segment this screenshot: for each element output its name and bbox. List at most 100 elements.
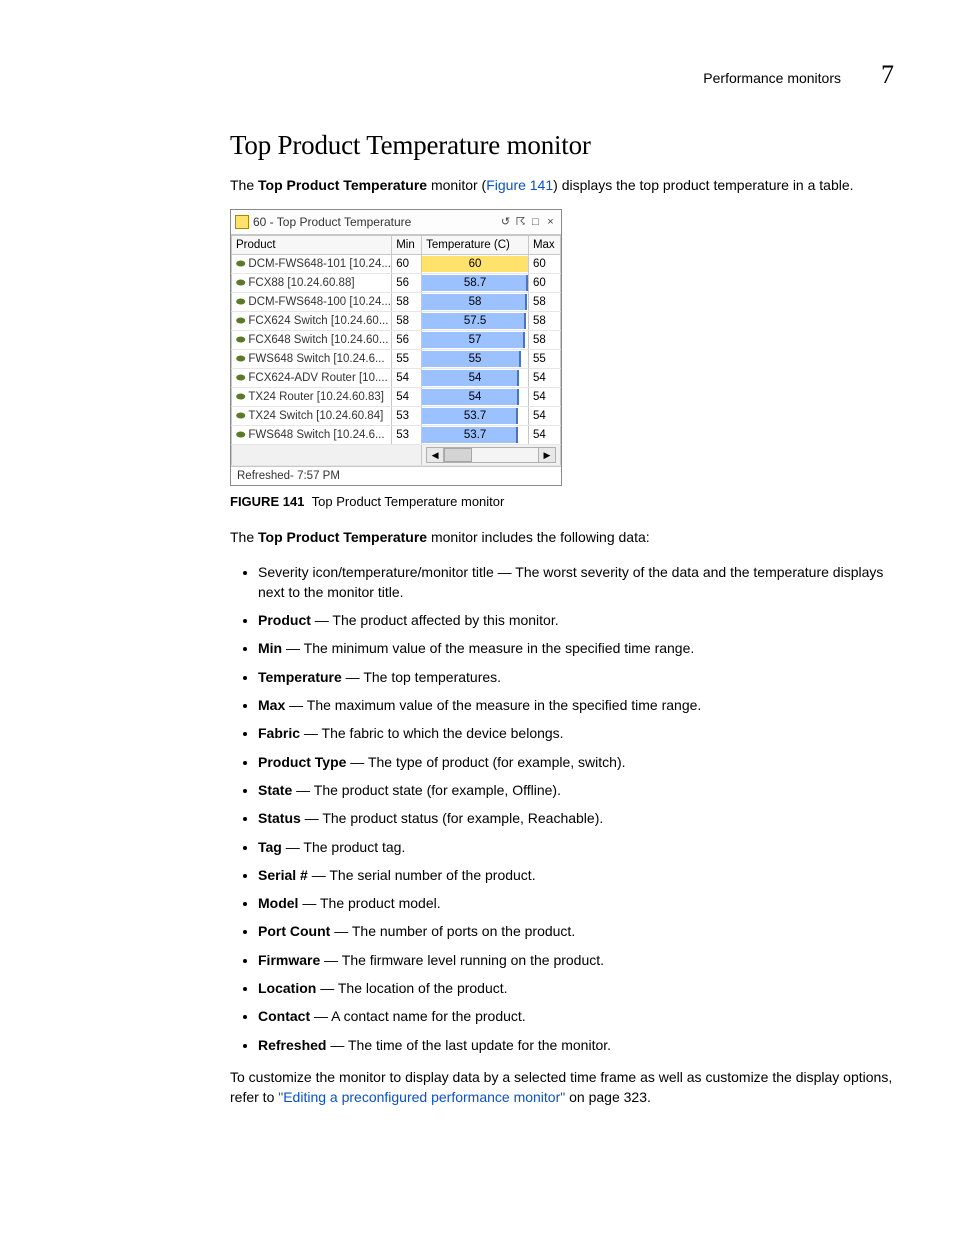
intro-paragraph: The Top Product Temperature monitor (Fig… <box>230 175 894 195</box>
panel-title: 60 - Top Product Temperature <box>253 215 499 229</box>
product-cell: ⬬FCX88 [10.24.60.88] <box>232 274 392 293</box>
min-cell: 60 <box>392 255 422 274</box>
list-item: Product — The product affected by this m… <box>258 610 894 630</box>
device-icon: ⬬ <box>236 353 245 366</box>
min-cell: 56 <box>392 274 422 293</box>
list-item: Fabric — The fabric to which the device … <box>258 723 894 743</box>
temperature-cell: 57.5 <box>422 312 529 331</box>
table-row[interactable]: ⬬FCX624-ADV Router [10....545454 <box>232 369 561 388</box>
temperature-cell: 53.7 <box>422 407 529 426</box>
list-item: State — The product state (for example, … <box>258 780 894 800</box>
table-row[interactable]: ⬬DCM-FWS648-100 [10.24....585858 <box>232 293 561 312</box>
device-icon: ⬬ <box>236 391 245 404</box>
figure-caption: FIGURE 141 Top Product Temperature monit… <box>230 494 894 509</box>
table-row[interactable]: ⬬FWS648 Switch [10.24.6...555555 <box>232 350 561 369</box>
temperature-cell: 53.7 <box>422 426 529 445</box>
product-cell: ⬬FWS648 Switch [10.24.6... <box>232 426 392 445</box>
refresh-icon[interactable]: ↺ <box>499 216 512 229</box>
temperature-cell: 58 <box>422 293 529 312</box>
device-icon: ⬬ <box>236 410 245 423</box>
table-row[interactable]: ⬬TX24 Router [10.24.60.83]545454 <box>232 388 561 407</box>
temperature-cell: 57 <box>422 331 529 350</box>
min-cell: 58 <box>392 293 422 312</box>
scroll-left-icon[interactable]: ◀ <box>426 447 444 463</box>
col-product[interactable]: Product <box>232 236 392 255</box>
list-item: Product Type — The type of product (for … <box>258 752 894 772</box>
max-cell: 58 <box>528 293 560 312</box>
list-item: Min — The minimum value of the measure i… <box>258 638 894 658</box>
min-cell: 56 <box>392 331 422 350</box>
device-icon: ⬬ <box>236 334 245 347</box>
list-item: Refreshed — The time of the last update … <box>258 1035 894 1055</box>
temperature-cell: 55 <box>422 350 529 369</box>
field-list: Severity icon/temperature/monitor title … <box>230 562 894 1055</box>
product-cell: ⬬FWS648 Switch [10.24.6... <box>232 350 392 369</box>
col-max[interactable]: Max <box>528 236 560 255</box>
monitor-panel: 60 - Top Product Temperature ↺ ☈ □ × Pro… <box>230 209 562 486</box>
monitor-table: Product Min Temperature (C) Max ⬬DCM-FWS… <box>231 235 561 466</box>
table-row[interactable]: ⬬FCX88 [10.24.60.88]5658.760 <box>232 274 561 293</box>
col-temp[interactable]: Temperature (C) <box>422 236 529 255</box>
list-item: Model — The product model. <box>258 893 894 913</box>
chapter-number: 7 <box>881 60 894 90</box>
list-item: Contact — A contact name for the product… <box>258 1006 894 1026</box>
table-row[interactable]: ⬬FCX624 Switch [10.24.60...5857.558 <box>232 312 561 331</box>
product-cell: ⬬DCM-FWS648-100 [10.24.... <box>232 293 392 312</box>
table-row[interactable]: ⬬TX24 Switch [10.24.60.84]5353.754 <box>232 407 561 426</box>
header-section: Performance monitors <box>703 70 841 86</box>
col-min[interactable]: Min <box>392 236 422 255</box>
includes-paragraph: The Top Product Temperature monitor incl… <box>230 527 894 547</box>
closing-paragraph: To customize the monitor to display data… <box>230 1067 894 1108</box>
min-cell: 54 <box>392 388 422 407</box>
device-icon: ⬬ <box>236 258 245 271</box>
horizontal-scrollbar[interactable]: ◀ ▶ <box>426 447 556 463</box>
product-cell: ⬬TX24 Switch [10.24.60.84] <box>232 407 392 426</box>
device-icon: ⬬ <box>236 372 245 385</box>
table-row[interactable]: ⬬FCX648 Switch [10.24.60...565758 <box>232 331 561 350</box>
list-item: Port Count — The number of ports on the … <box>258 921 894 941</box>
min-cell: 53 <box>392 426 422 445</box>
table-row[interactable]: ⬬FWS648 Switch [10.24.6...5353.754 <box>232 426 561 445</box>
refreshed-status: Refreshed- 7:57 PM <box>231 466 561 485</box>
scroll-right-icon[interactable]: ▶ <box>538 447 556 463</box>
list-item: Max — The maximum value of the measure i… <box>258 695 894 715</box>
product-cell: ⬬TX24 Router [10.24.60.83] <box>232 388 392 407</box>
page-header: Performance monitors 7 <box>40 60 914 90</box>
severity-icon <box>235 215 249 229</box>
max-cell: 54 <box>528 369 560 388</box>
max-cell: 54 <box>528 388 560 407</box>
min-cell: 53 <box>392 407 422 426</box>
table-row[interactable]: ⬬DCM-FWS648-101 [10.24....606060 <box>232 255 561 274</box>
temperature-cell: 58.7 <box>422 274 529 293</box>
device-icon: ⬬ <box>236 277 245 290</box>
temperature-cell: 54 <box>422 369 529 388</box>
device-icon: ⬬ <box>236 429 245 442</box>
temperature-cell: 60 <box>422 255 529 274</box>
product-cell: ⬬DCM-FWS648-101 [10.24.... <box>232 255 392 274</box>
list-item: Temperature — The top temperatures. <box>258 667 894 687</box>
close-icon[interactable]: × <box>544 216 557 229</box>
list-item: Firmware — The firmware level running on… <box>258 950 894 970</box>
list-item: Serial # — The serial number of the prod… <box>258 865 894 885</box>
maximize-icon[interactable]: □ <box>529 216 542 229</box>
list-item: Severity icon/temperature/monitor title … <box>258 562 894 603</box>
section-title: Top Product Temperature monitor <box>230 130 894 161</box>
product-cell: ⬬FCX648 Switch [10.24.60... <box>232 331 392 350</box>
collapse-icon[interactable]: ☈ <box>514 216 527 229</box>
max-cell: 55 <box>528 350 560 369</box>
max-cell: 58 <box>528 312 560 331</box>
max-cell: 54 <box>528 407 560 426</box>
device-icon: ⬬ <box>236 315 245 328</box>
list-item: Tag — The product tag. <box>258 837 894 857</box>
editing-monitor-link[interactable]: "Editing a preconfigured performance mon… <box>278 1089 565 1105</box>
list-item: Status — The product status (for example… <box>258 808 894 828</box>
figure-xref-link[interactable]: Figure 141 <box>486 177 553 193</box>
max-cell: 54 <box>528 426 560 445</box>
product-cell: ⬬FCX624-ADV Router [10.... <box>232 369 392 388</box>
device-icon: ⬬ <box>236 296 245 309</box>
min-cell: 58 <box>392 312 422 331</box>
list-item: Location — The location of the product. <box>258 978 894 998</box>
panel-titlebar: 60 - Top Product Temperature ↺ ☈ □ × <box>231 210 561 235</box>
min-cell: 55 <box>392 350 422 369</box>
product-cell: ⬬FCX624 Switch [10.24.60... <box>232 312 392 331</box>
